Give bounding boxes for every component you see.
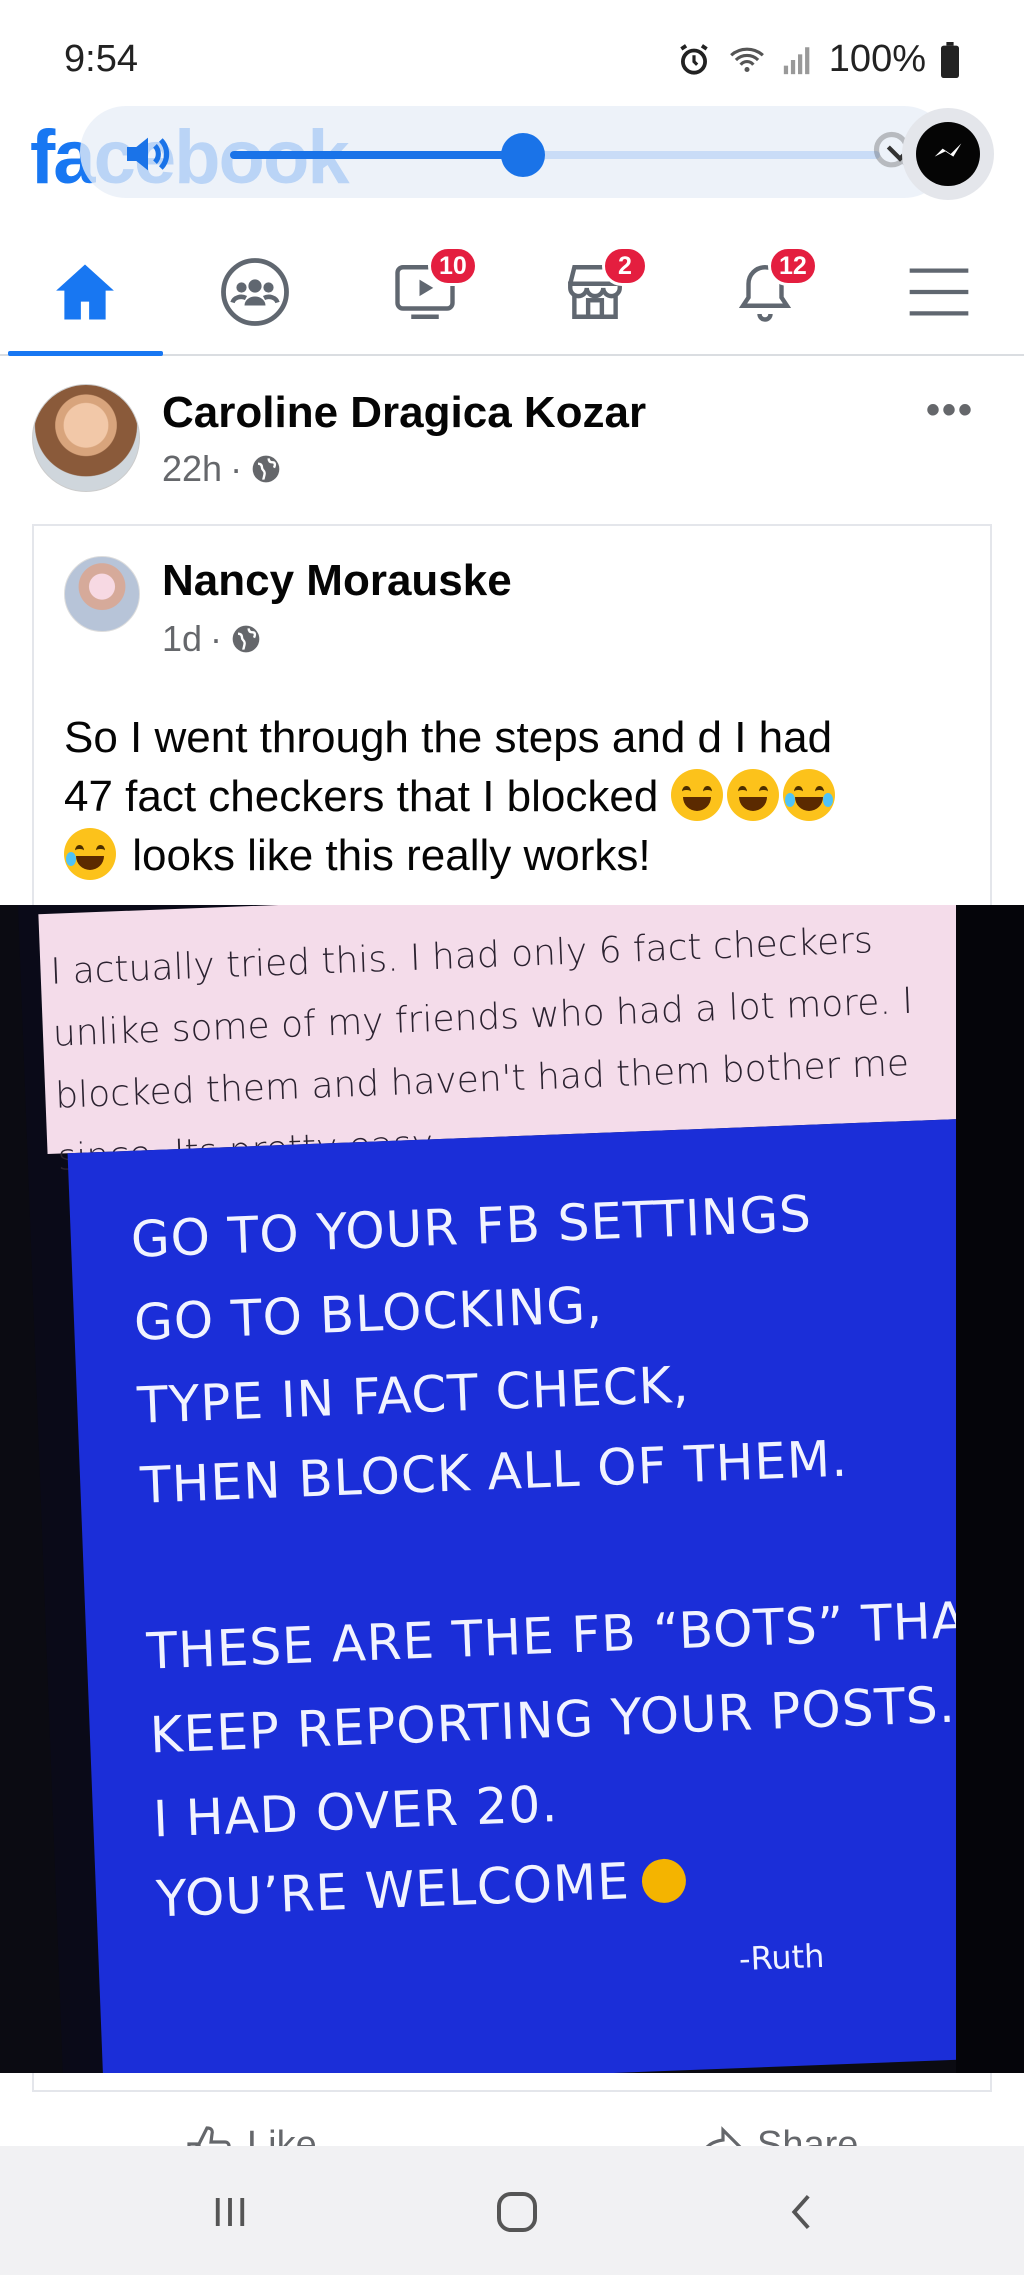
volume-fill: [230, 151, 523, 159]
status-bar: 9:54 100%: [0, 0, 1024, 110]
post-text: So I went through the steps and d I had …: [64, 708, 964, 885]
instruction-line: I HAD OVER 20.: [152, 1774, 560, 1849]
share-icon: [705, 2126, 742, 2146]
post-time[interactable]: 22h: [162, 448, 222, 490]
groups-icon: [221, 258, 289, 326]
post-photo[interactable]: I actually tried this. I had only 6 fact…: [0, 905, 1024, 2073]
note-line: blocked them and haven't had them bother…: [54, 1042, 910, 1117]
marketplace-badge: 2: [602, 246, 648, 286]
post-header: Caroline Dragica Kozar 22h · •••: [0, 366, 1024, 516]
messenger-icon: [916, 122, 980, 186]
home-circle-icon: [497, 2192, 537, 2232]
wifi-icon: [729, 47, 764, 72]
volume-thumb[interactable]: [500, 133, 545, 177]
active-tab-indicator: [8, 351, 163, 356]
back-button[interactable]: [763, 2172, 843, 2252]
tab-menu[interactable]: [854, 230, 1024, 354]
like-label: Like: [247, 2124, 317, 2146]
shared-author-name[interactable]: Nancy Morauske: [162, 556, 512, 606]
speaker-icon[interactable]: [120, 126, 176, 182]
volume-slider[interactable]: [230, 133, 880, 177]
alarm-icon: [680, 43, 708, 75]
tab-watch[interactable]: 10: [340, 230, 510, 354]
main-nav: 10 2 12: [0, 230, 1024, 356]
post-author-name[interactable]: Caroline Dragica Kozar: [162, 388, 646, 438]
signature-text: -Ruth: [738, 1936, 826, 1979]
shared-post-meta: 1d ·: [162, 618, 262, 660]
status-time: 9:54: [64, 38, 138, 80]
tab-groups[interactable]: [170, 230, 340, 354]
status-icons: 100%: [675, 38, 960, 81]
instruction-line: KEEP REPORTING YOUR POSTS.: [148, 1675, 957, 1765]
rolling-laughing-emoji: [64, 828, 116, 880]
android-nav-bar: [0, 2146, 1024, 2275]
tab-notifications[interactable]: 12: [680, 230, 850, 354]
shared-post-time[interactable]: 1d: [162, 618, 202, 660]
thumbs-up-icon: [187, 2126, 231, 2146]
instruction-panel: GO TO YOUR FB SETTINGS GO TO BLOCKING, T…: [67, 1118, 1013, 2073]
back-icon: [791, 2194, 810, 2230]
home-button[interactable]: [477, 2172, 557, 2252]
volume-overlay[interactable]: [80, 106, 950, 198]
meta-separator: ·: [230, 448, 243, 489]
welcome-text: YOU’RE WELCOME: [155, 1852, 631, 1929]
shared-author-avatar[interactable]: [64, 556, 140, 632]
post-meta: 22h ·: [162, 448, 282, 490]
globe-icon: [232, 625, 260, 653]
watch-badge: 10: [428, 246, 478, 286]
photo-edge: [956, 905, 1024, 2073]
like-button[interactable]: Like: [185, 2124, 317, 2146]
notifications-badge: 12: [768, 246, 818, 286]
battery-percent: 100%: [828, 38, 926, 80]
tears-of-joy-emoji: [782, 769, 835, 821]
menu-icon: [909, 268, 969, 316]
hugging-face-emoji: [670, 769, 723, 821]
share-button[interactable]: Share: [695, 2124, 858, 2146]
note-line: unlike some of my friends who had a lot …: [52, 980, 914, 1055]
instruction-line-welcome: YOU’RE WELCOME: [155, 1850, 687, 1928]
post-text-line-2: 47 fact checkers that I blocked: [64, 772, 659, 821]
post-text-line-3: looks like this really works!: [132, 831, 651, 880]
share-label: Share: [757, 2124, 859, 2146]
instruction-line: GO TO YOUR FB SETTINGS: [129, 1184, 813, 1269]
note-card: I actually tried this. I had only 6 fact…: [38, 905, 977, 1179]
app-header: facebook: [0, 100, 1024, 210]
recent-apps-icon: [215, 2198, 245, 2226]
post-text-line: So I went through the steps and d I had: [64, 713, 833, 762]
instruction-line: THESE ARE THE FB “BOTS” THAT: [145, 1590, 996, 1681]
battery-icon: [941, 41, 959, 78]
note-line: I actually tried this. I had only 6 fact…: [49, 920, 874, 993]
instruction-line: THEN BLOCK ALL OF THEM.: [139, 1429, 849, 1515]
more-options-button[interactable]: •••: [926, 388, 974, 433]
instruction-line: GO TO BLOCKING,: [133, 1275, 604, 1352]
photo-content: I actually tried this. I had only 6 fact…: [18, 905, 1013, 2073]
instruction-line: TYPE IN FACT CHECK,: [136, 1355, 691, 1435]
tab-marketplace[interactable]: 2: [510, 230, 680, 354]
post-text-line: looks like this really works!: [64, 826, 964, 885]
post-actions: Like Share: [0, 2110, 1024, 2146]
signal-icon: [783, 46, 810, 74]
meta-separator: ·: [210, 618, 223, 659]
globe-icon: [252, 455, 280, 483]
laughing-face-emoji: [726, 769, 779, 821]
post-text-line: 47 fact checkers that I blocked: [64, 767, 964, 826]
tab-home[interactable]: [0, 230, 170, 356]
author-avatar[interactable]: [32, 384, 140, 492]
smiling-emoji: [640, 1858, 687, 1904]
recent-apps-button[interactable]: [190, 2172, 270, 2252]
home-icon: [56, 264, 114, 320]
messenger-button[interactable]: [902, 108, 994, 200]
